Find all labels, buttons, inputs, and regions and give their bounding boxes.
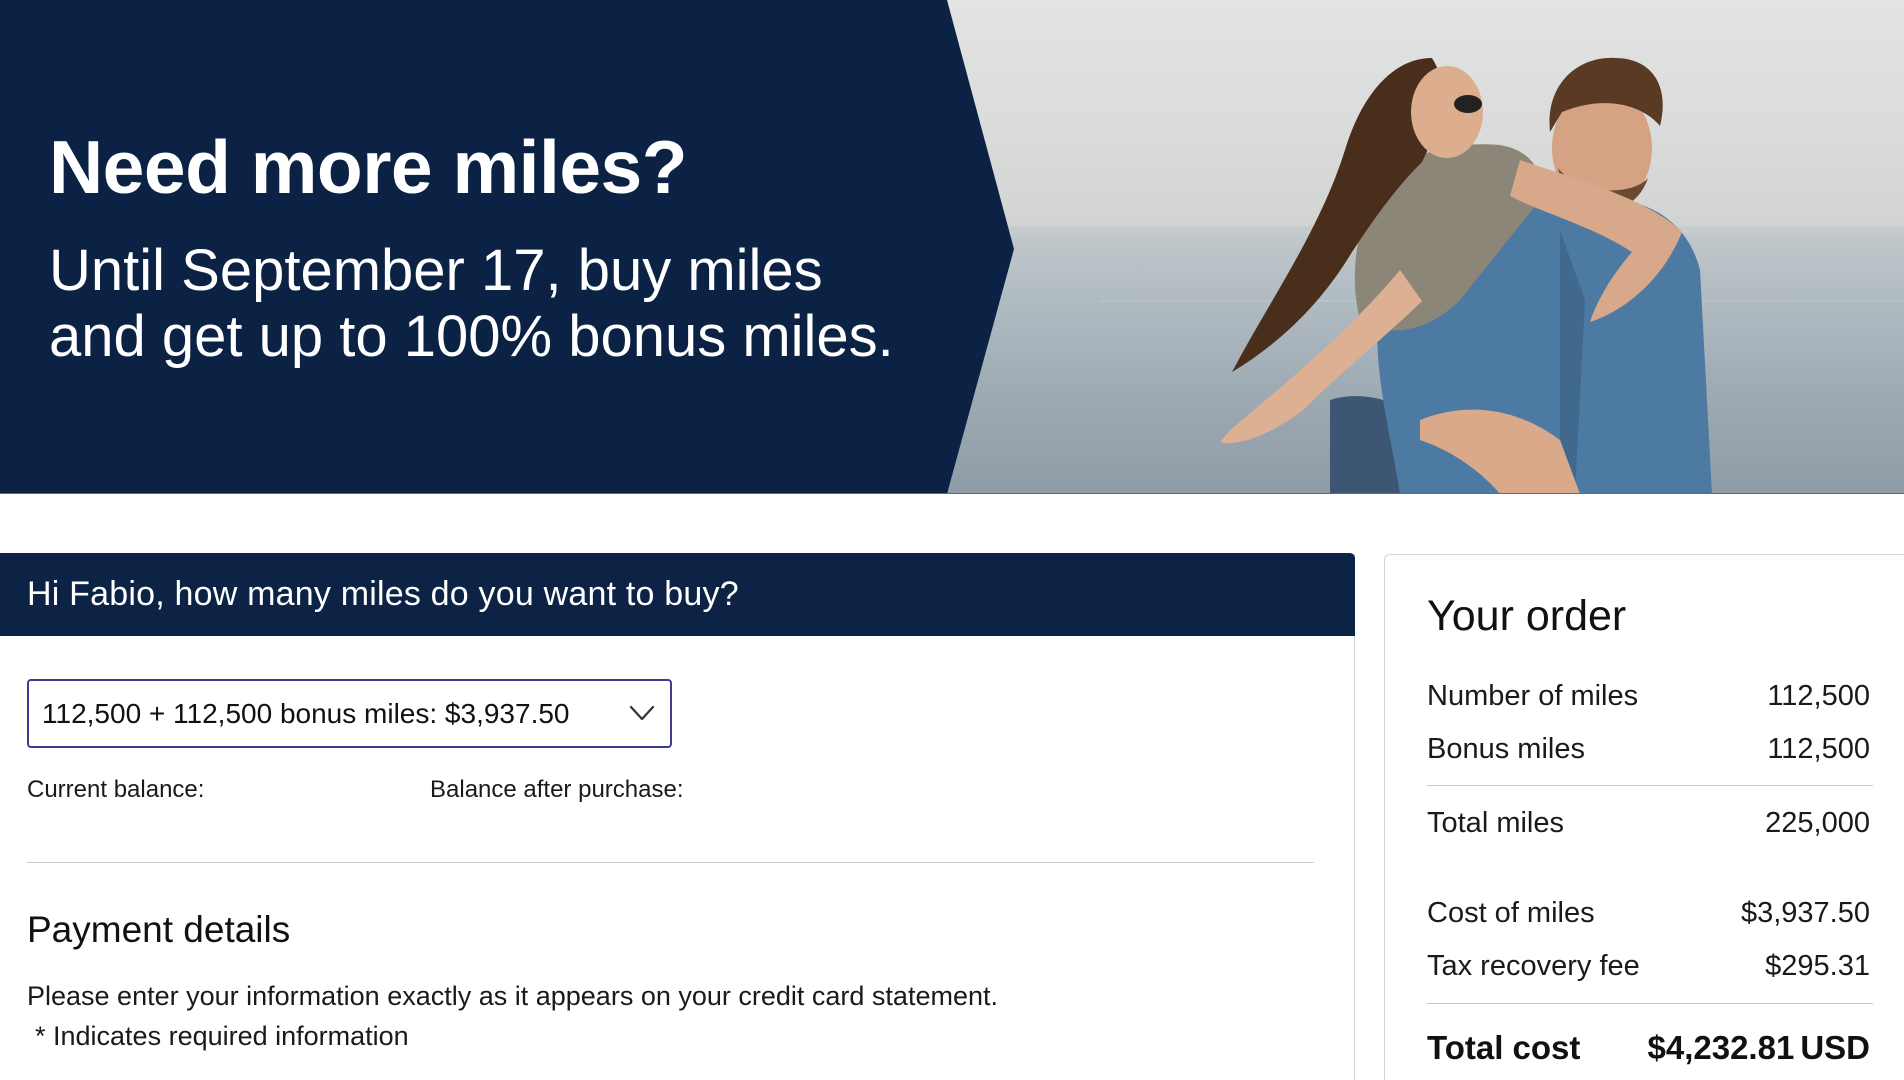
order-row-number-of-miles: Number of miles 112,500 <box>1427 678 1870 714</box>
order-row-value: 112,500 <box>1767 680 1870 712</box>
chevron-down-icon <box>629 705 655 721</box>
order-row-value: 112,500 <box>1767 733 1870 765</box>
payment-instructions: Please enter your information exactly as… <box>27 981 998 1011</box>
order-row-label: Bonus miles <box>1427 733 1585 765</box>
order-row-cost-of-miles: Cost of miles $3,937.50 <box>1427 895 1870 931</box>
order-title: Your order <box>1427 592 1627 640</box>
total-cost-value: $4,232.81 USD <box>1648 1027 1871 1069</box>
total-cost-currency: USD <box>1800 1029 1870 1066</box>
purchase-panel: Hi Fabio, how many miles do you want to … <box>0 553 1355 1080</box>
order-row-label: Total miles <box>1427 807 1564 839</box>
order-divider <box>1427 785 1873 786</box>
banner-headline: Need more miles? <box>49 125 688 209</box>
purchase-heading: Hi Fabio, how many miles do you want to … <box>27 575 739 613</box>
order-row-label: Number of miles <box>1427 680 1639 712</box>
order-total-row: Total cost $4,232.81 USD <box>1427 1027 1870 1069</box>
miles-select-value: 112,500 + 112,500 bonus miles: $3,937.50 <box>42 698 570 729</box>
current-balance-label: Current balance: <box>27 776 205 803</box>
miles-amount-select[interactable]: 112,500 + 112,500 bonus miles: $3,937.50 <box>27 679 672 748</box>
promo-banner: Need more miles? Until September 17, buy… <box>0 0 1904 494</box>
order-row-tax-recovery-fee: Tax recovery fee $295.31 <box>1427 948 1870 984</box>
order-row-label: Tax recovery fee <box>1427 950 1640 982</box>
required-info-note: * Indicates required information <box>35 1021 409 1051</box>
balance-after-purchase-label: Balance after purchase: <box>430 776 684 803</box>
order-row-value: $3,937.50 <box>1740 897 1870 929</box>
order-row-value: $295.31 <box>1765 950 1870 982</box>
order-row-total-miles: Total miles 225,000 <box>1427 805 1870 841</box>
order-row-bonus-miles: Bonus miles 112,500 <box>1427 731 1870 767</box>
payment-details-heading: Payment details <box>27 909 291 950</box>
order-summary-card: Your order Number of miles 112,500 Bonus… <box>1384 554 1904 1080</box>
order-row-value: 225,000 <box>1765 807 1870 839</box>
banner-subline-2: and get up to 100% bonus miles. <box>49 304 894 369</box>
order-row-label: Cost of miles <box>1427 897 1595 929</box>
purchase-header: Hi Fabio, how many miles do you want to … <box>0 553 1355 636</box>
section-divider <box>27 862 1314 863</box>
banner-subline-1: Until September 17, buy miles <box>49 238 823 303</box>
order-divider <box>1427 1003 1873 1004</box>
total-cost-amount: $4,232.81 <box>1647 1029 1795 1066</box>
total-cost-label: Total cost <box>1427 1029 1581 1066</box>
